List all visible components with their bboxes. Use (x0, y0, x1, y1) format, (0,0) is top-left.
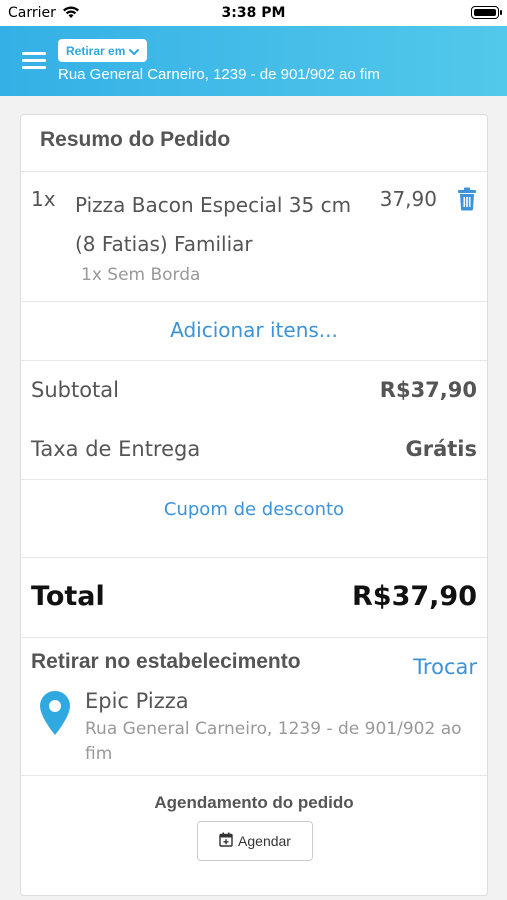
schedule-title: Agendamento do pedido (154, 793, 354, 812)
divider (21, 360, 487, 361)
divider (21, 637, 487, 638)
store-address: Rua General Carneiro, 1239 - de 901/902 … (85, 719, 462, 764)
divider (21, 479, 487, 480)
item-quantity: 1x (31, 187, 56, 211)
divider (21, 557, 487, 558)
order-summary-title: Resumo do Pedido (40, 128, 231, 151)
coupon-link[interactable]: Cupom de desconto (21, 499, 487, 520)
total-value: R$37,90 (352, 581, 477, 612)
trash-icon[interactable] (456, 187, 478, 211)
add-items-link[interactable]: Adicionar itens... (21, 318, 487, 342)
item-option: 1x Sem Borda (81, 265, 201, 285)
pickup-title: Retirar no estabelecimento (31, 650, 301, 673)
schedule-button-label: Agendar (238, 833, 291, 849)
total-label: Total (31, 581, 105, 612)
store-name: Epic Pizza (85, 689, 189, 713)
delivery-mode-selector[interactable]: Retirar em (58, 39, 148, 62)
subtotal-label: Subtotal (31, 378, 119, 402)
status-bar: Carrier 3:38 PM (0, 0, 507, 26)
item-price: 37,90 (379, 187, 437, 211)
header-address[interactable]: Rua General Carneiro, 1239 - de 901/902 … (58, 66, 380, 83)
delivery-fee-value: Grátis (405, 437, 477, 461)
menu-icon[interactable] (22, 52, 46, 70)
clock: 3:38 PM (221, 5, 286, 21)
schedule-button[interactable]: Agendar (197, 821, 313, 861)
app-header: Retirar em Rua General Carneiro, 1239 - … (0, 26, 507, 96)
battery-icon (471, 6, 502, 19)
divider (21, 301, 487, 302)
chevron-down-icon (129, 41, 140, 60)
divider (21, 775, 487, 776)
calendar-plus-icon (219, 832, 233, 851)
subtotal-value: R$37,90 (379, 378, 477, 402)
divider (21, 171, 487, 172)
order-summary-card: Resumo do Pedido 1x Pizza Bacon Especial… (20, 114, 488, 896)
delivery-mode-label: Retirar em (66, 43, 126, 58)
map-pin-icon (39, 690, 71, 736)
change-store-link[interactable]: Trocar (413, 655, 477, 679)
delivery-fee-label: Taxa de Entrega (31, 437, 201, 461)
item-name: Pizza Bacon Especial 35 cm (8 Fatias) Fa… (75, 193, 352, 256)
